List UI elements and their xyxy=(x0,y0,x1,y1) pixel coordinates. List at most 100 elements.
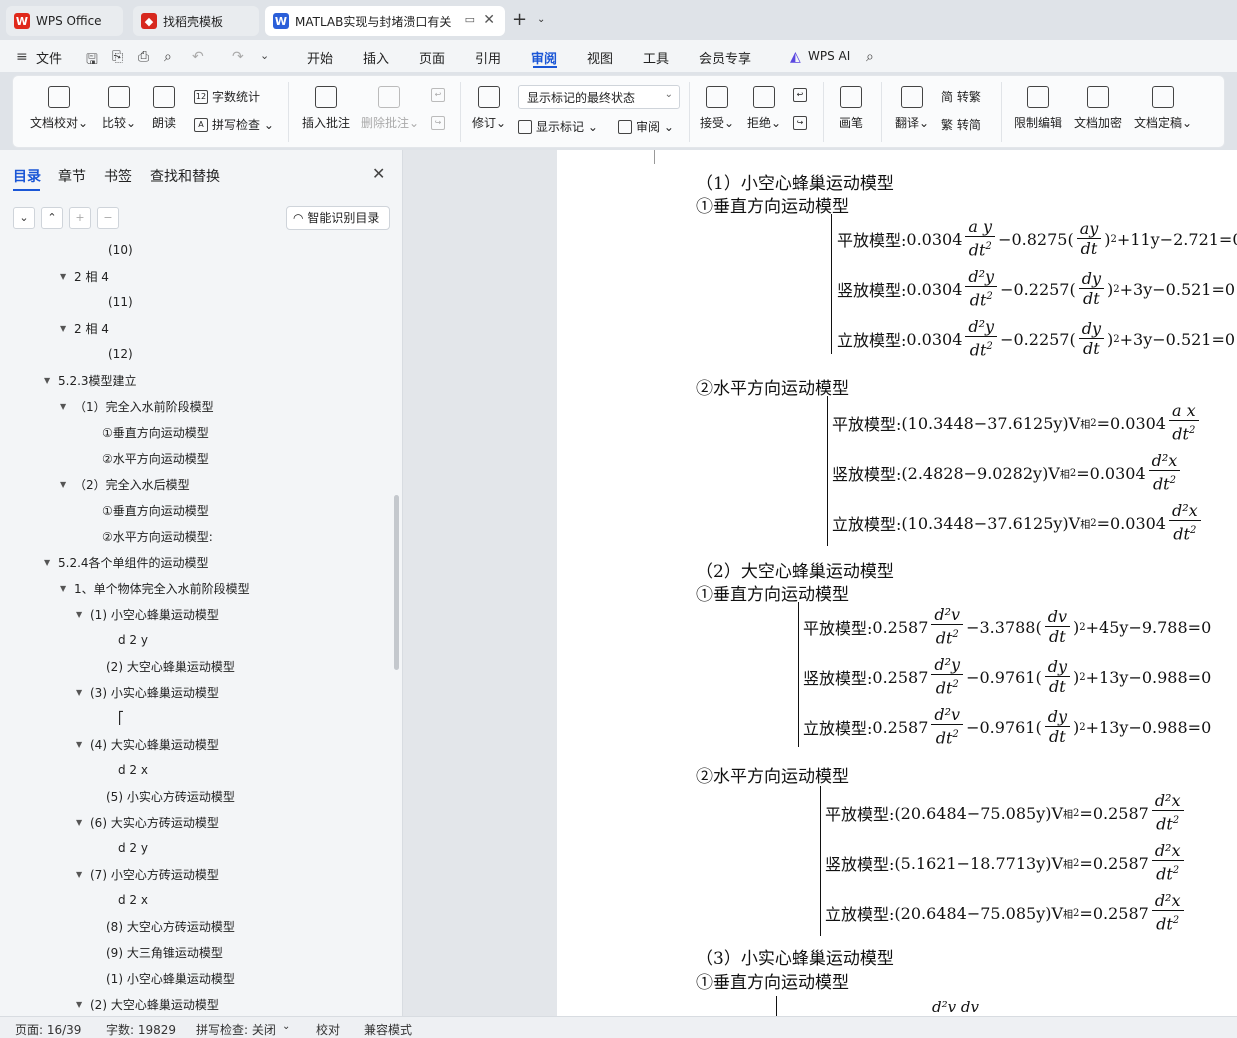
translate-button[interactable]: 翻译⌄ xyxy=(893,76,931,131)
collapse-triangle-icon[interactable]: ▼ xyxy=(60,480,74,489)
compare-button[interactable]: 比较⌄ xyxy=(99,76,139,131)
toc-item[interactable]: ▼ (6) 大实心方砖运动模型 xyxy=(76,812,219,832)
trad-to-simp-button[interactable]: 繁 转简 xyxy=(941,116,981,133)
menu-home[interactable]: 开始 xyxy=(307,48,333,67)
accept-button[interactable]: 接受⌄ xyxy=(699,76,735,131)
add-heading-button[interactable]: + xyxy=(69,207,91,229)
menu-review[interactable]: 审阅 xyxy=(531,48,557,67)
hamburger-icon[interactable]: ≡ xyxy=(16,49,28,65)
toc-item[interactable]: ▼ (3) 小实心蜂巢运动模型 xyxy=(76,682,219,702)
menu-references[interactable]: 引用 xyxy=(475,48,501,67)
menu-page[interactable]: 页面 xyxy=(419,48,445,67)
collapse-all-button[interactable]: ⌃ xyxy=(41,207,63,229)
word-count[interactable]: 字数: 19829 xyxy=(106,1021,176,1038)
toc-item[interactable]: d 2 x xyxy=(118,760,148,780)
page-indicator[interactable]: 页面: 16/39 xyxy=(15,1021,81,1038)
tab-find-replace[interactable]: 查找和替换 xyxy=(150,166,220,186)
review-pane-button[interactable]: 审阅 ⌄ xyxy=(618,118,674,135)
toc-item[interactable]: ②水平方向运动模型 xyxy=(102,448,209,468)
next-comment-button[interactable]: ↪ xyxy=(431,116,449,130)
toc-item[interactable]: ▼ 5.2.3模型建立 xyxy=(44,370,137,390)
toc-item[interactable]: ▼ (7) 小空心方砖运动模型 xyxy=(76,864,219,884)
toc-item[interactable]: ▼ 1、单个物体完全入水前阶段模型 xyxy=(60,578,250,598)
toc-item[interactable]: d 2 y xyxy=(118,630,148,650)
toc-item[interactable]: (1) 小空心蜂巢运动模型 xyxy=(106,968,235,988)
toc-item[interactable]: (8) 大空心方砖运动模型 xyxy=(106,916,235,936)
delete-comment-button[interactable]: 删除批注⌄ xyxy=(361,76,419,131)
toc-item[interactable]: (9) 大三角锥运动模型 xyxy=(106,942,223,962)
collapse-triangle-icon[interactable]: ▼ xyxy=(60,272,74,281)
toc-item[interactable]: (2) 大空心蜂巢运动模型 xyxy=(106,656,235,676)
proofread-button[interactable]: 文档校对⌄ xyxy=(29,76,89,131)
chevron-down-icon[interactable]: ⌄ xyxy=(260,49,269,62)
collapse-triangle-icon[interactable]: ▼ xyxy=(76,870,90,879)
toc-item[interactable]: (11) xyxy=(108,292,133,312)
smart-toc-button[interactable]: ◠ 智能识别目录 xyxy=(286,206,390,230)
word-count-button[interactable]: 12 字数统计 xyxy=(194,88,260,105)
menu-view[interactable]: 视图 xyxy=(587,48,613,67)
toc-item[interactable]: (12) xyxy=(108,344,133,364)
tab-current-document[interactable]: W MATLAB实现与封堵溃口有关 ▭ ✕ xyxy=(265,6,505,36)
expand-all-button[interactable]: ⌄ xyxy=(13,207,35,229)
toc-item[interactable]: ▼ (1) 小空心蜂巢运动模型 xyxy=(76,604,219,624)
tab-wps-office[interactable]: W WPS Office xyxy=(6,6,123,36)
toc-item[interactable]: ▼ (4) 大实心蜂巢运动模型 xyxy=(76,734,219,754)
toc-item[interactable]: d 2 y xyxy=(118,838,148,858)
finalize-button[interactable]: 文档定稿⌄ xyxy=(1133,76,1193,131)
chevron-down-icon[interactable]: ⌄ xyxy=(282,1021,290,1032)
menu-member[interactable]: 会员专享 xyxy=(699,48,751,67)
toc-scrollbar[interactable] xyxy=(394,495,399,670)
tab-toc[interactable]: 目录 xyxy=(13,166,41,186)
next-change-button[interactable]: ↪ xyxy=(793,116,811,130)
wps-ai-icon[interactable]: ◭ xyxy=(790,49,801,65)
toc-item[interactable]: (10) xyxy=(108,240,133,260)
reject-button[interactable]: 拒绝⌄ xyxy=(746,76,782,131)
collapse-triangle-icon[interactable]: ▼ xyxy=(60,324,74,333)
close-icon[interactable]: ✕ xyxy=(483,12,495,28)
menu-tools[interactable]: 工具 xyxy=(643,48,669,67)
close-icon[interactable]: ✕ xyxy=(372,164,385,183)
markup-state-select[interactable]: 显示标记的最终状态 ⌄ xyxy=(518,85,680,109)
collapse-triangle-icon[interactable]: ▼ xyxy=(76,688,90,697)
collapse-triangle-icon[interactable]: ▼ xyxy=(44,376,58,385)
monitor-icon[interactable]: ▭ xyxy=(465,13,475,26)
toc-item[interactable]: ▼ 2 相 4 xyxy=(60,318,109,338)
remove-heading-button[interactable]: − xyxy=(97,207,119,229)
menu-file[interactable]: 文件 xyxy=(36,48,62,67)
spell-check-status[interactable]: 拼写检查: 关闭 xyxy=(196,1021,276,1038)
toc-item[interactable]: ▼ (2) 大空心蜂巢运动模型 xyxy=(76,994,219,1014)
print-preview-icon[interactable]: ⌕ xyxy=(164,49,172,65)
show-markup-button[interactable]: 显示标记 ⌄ xyxy=(518,118,598,135)
encrypt-button[interactable]: 文档加密 xyxy=(1073,76,1123,131)
pen-button[interactable]: 画笔 xyxy=(835,76,867,131)
tab-bookmarks[interactable]: 书签 xyxy=(104,166,132,186)
toc-item[interactable]: ▼ 5.2.4各个单组件的运动模型 xyxy=(44,552,209,572)
toc-item[interactable]: ▼ 2 相 4 xyxy=(60,266,109,286)
collapse-triangle-icon[interactable]: ▼ xyxy=(76,740,90,749)
collapse-triangle-icon[interactable]: ▼ xyxy=(44,558,58,567)
menu-wps-ai[interactable]: WPS AI xyxy=(808,49,850,63)
previous-comment-button[interactable]: ↩ xyxy=(431,88,449,102)
toc-item[interactable]: ①垂直方向运动模型 xyxy=(102,500,209,520)
insert-comment-button[interactable]: 插入批注 xyxy=(301,76,351,131)
chevron-down-icon[interactable]: ⌄ xyxy=(537,14,545,25)
toc-item[interactable]: d 2 x xyxy=(118,890,148,910)
read-aloud-button[interactable]: 朗读 xyxy=(149,76,179,131)
save-icon[interactable]: 🖫 xyxy=(86,49,98,73)
collapse-triangle-icon[interactable]: ▼ xyxy=(60,402,74,411)
tab-sections[interactable]: 章节 xyxy=(58,166,86,186)
collapse-triangle-icon[interactable]: ▼ xyxy=(76,818,90,827)
redo-icon[interactable]: ↷ xyxy=(232,49,244,65)
simp-to-trad-button[interactable]: 简 转繁 xyxy=(941,88,981,105)
toc-item[interactable]: (5) 小实心方砖运动模型 xyxy=(106,786,235,806)
previous-change-button[interactable]: ↩ xyxy=(793,88,811,102)
new-tab-icon[interactable]: + xyxy=(512,9,527,30)
undo-icon[interactable]: ↶ xyxy=(192,49,204,65)
toc-item[interactable]: ②水平方向运动模型: xyxy=(102,526,213,546)
search-icon[interactable]: ⌕ xyxy=(866,49,874,65)
share-icon[interactable]: ⎘ xyxy=(112,49,123,65)
menu-insert[interactable]: 插入 xyxy=(363,48,389,67)
toc-item[interactable]: ▼ （1）完全入水前阶段模型 xyxy=(60,396,214,416)
toc-item[interactable]: ▼ （2）完全入水后模型 xyxy=(60,474,190,494)
toc-item[interactable]: ⎡ xyxy=(118,708,124,728)
